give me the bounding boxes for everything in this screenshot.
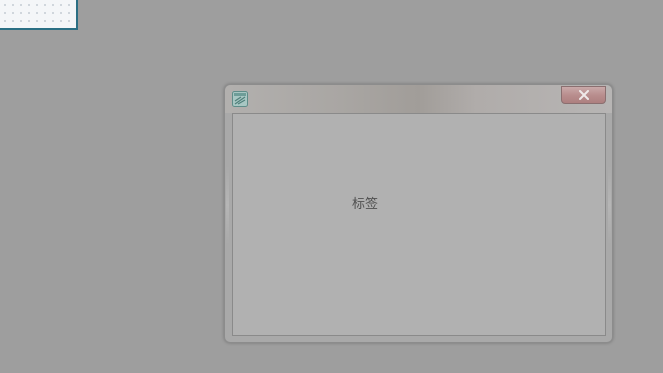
form-window[interactable]: 标签	[224, 84, 613, 343]
designer-grid-panel[interactable]	[0, 0, 78, 30]
window-frame-right-edge	[608, 165, 611, 245]
designer-workspace: { "designer_panel": { "grid": "dotted" }…	[0, 0, 663, 373]
label-control[interactable]: 标签	[352, 193, 378, 212]
close-icon	[579, 90, 589, 100]
close-button[interactable]	[561, 86, 606, 104]
window-client-area[interactable]: 标签	[232, 113, 606, 336]
window-titlebar[interactable]	[225, 85, 612, 113]
window-frame-left-edge	[226, 165, 229, 245]
form-icon	[232, 91, 248, 107]
